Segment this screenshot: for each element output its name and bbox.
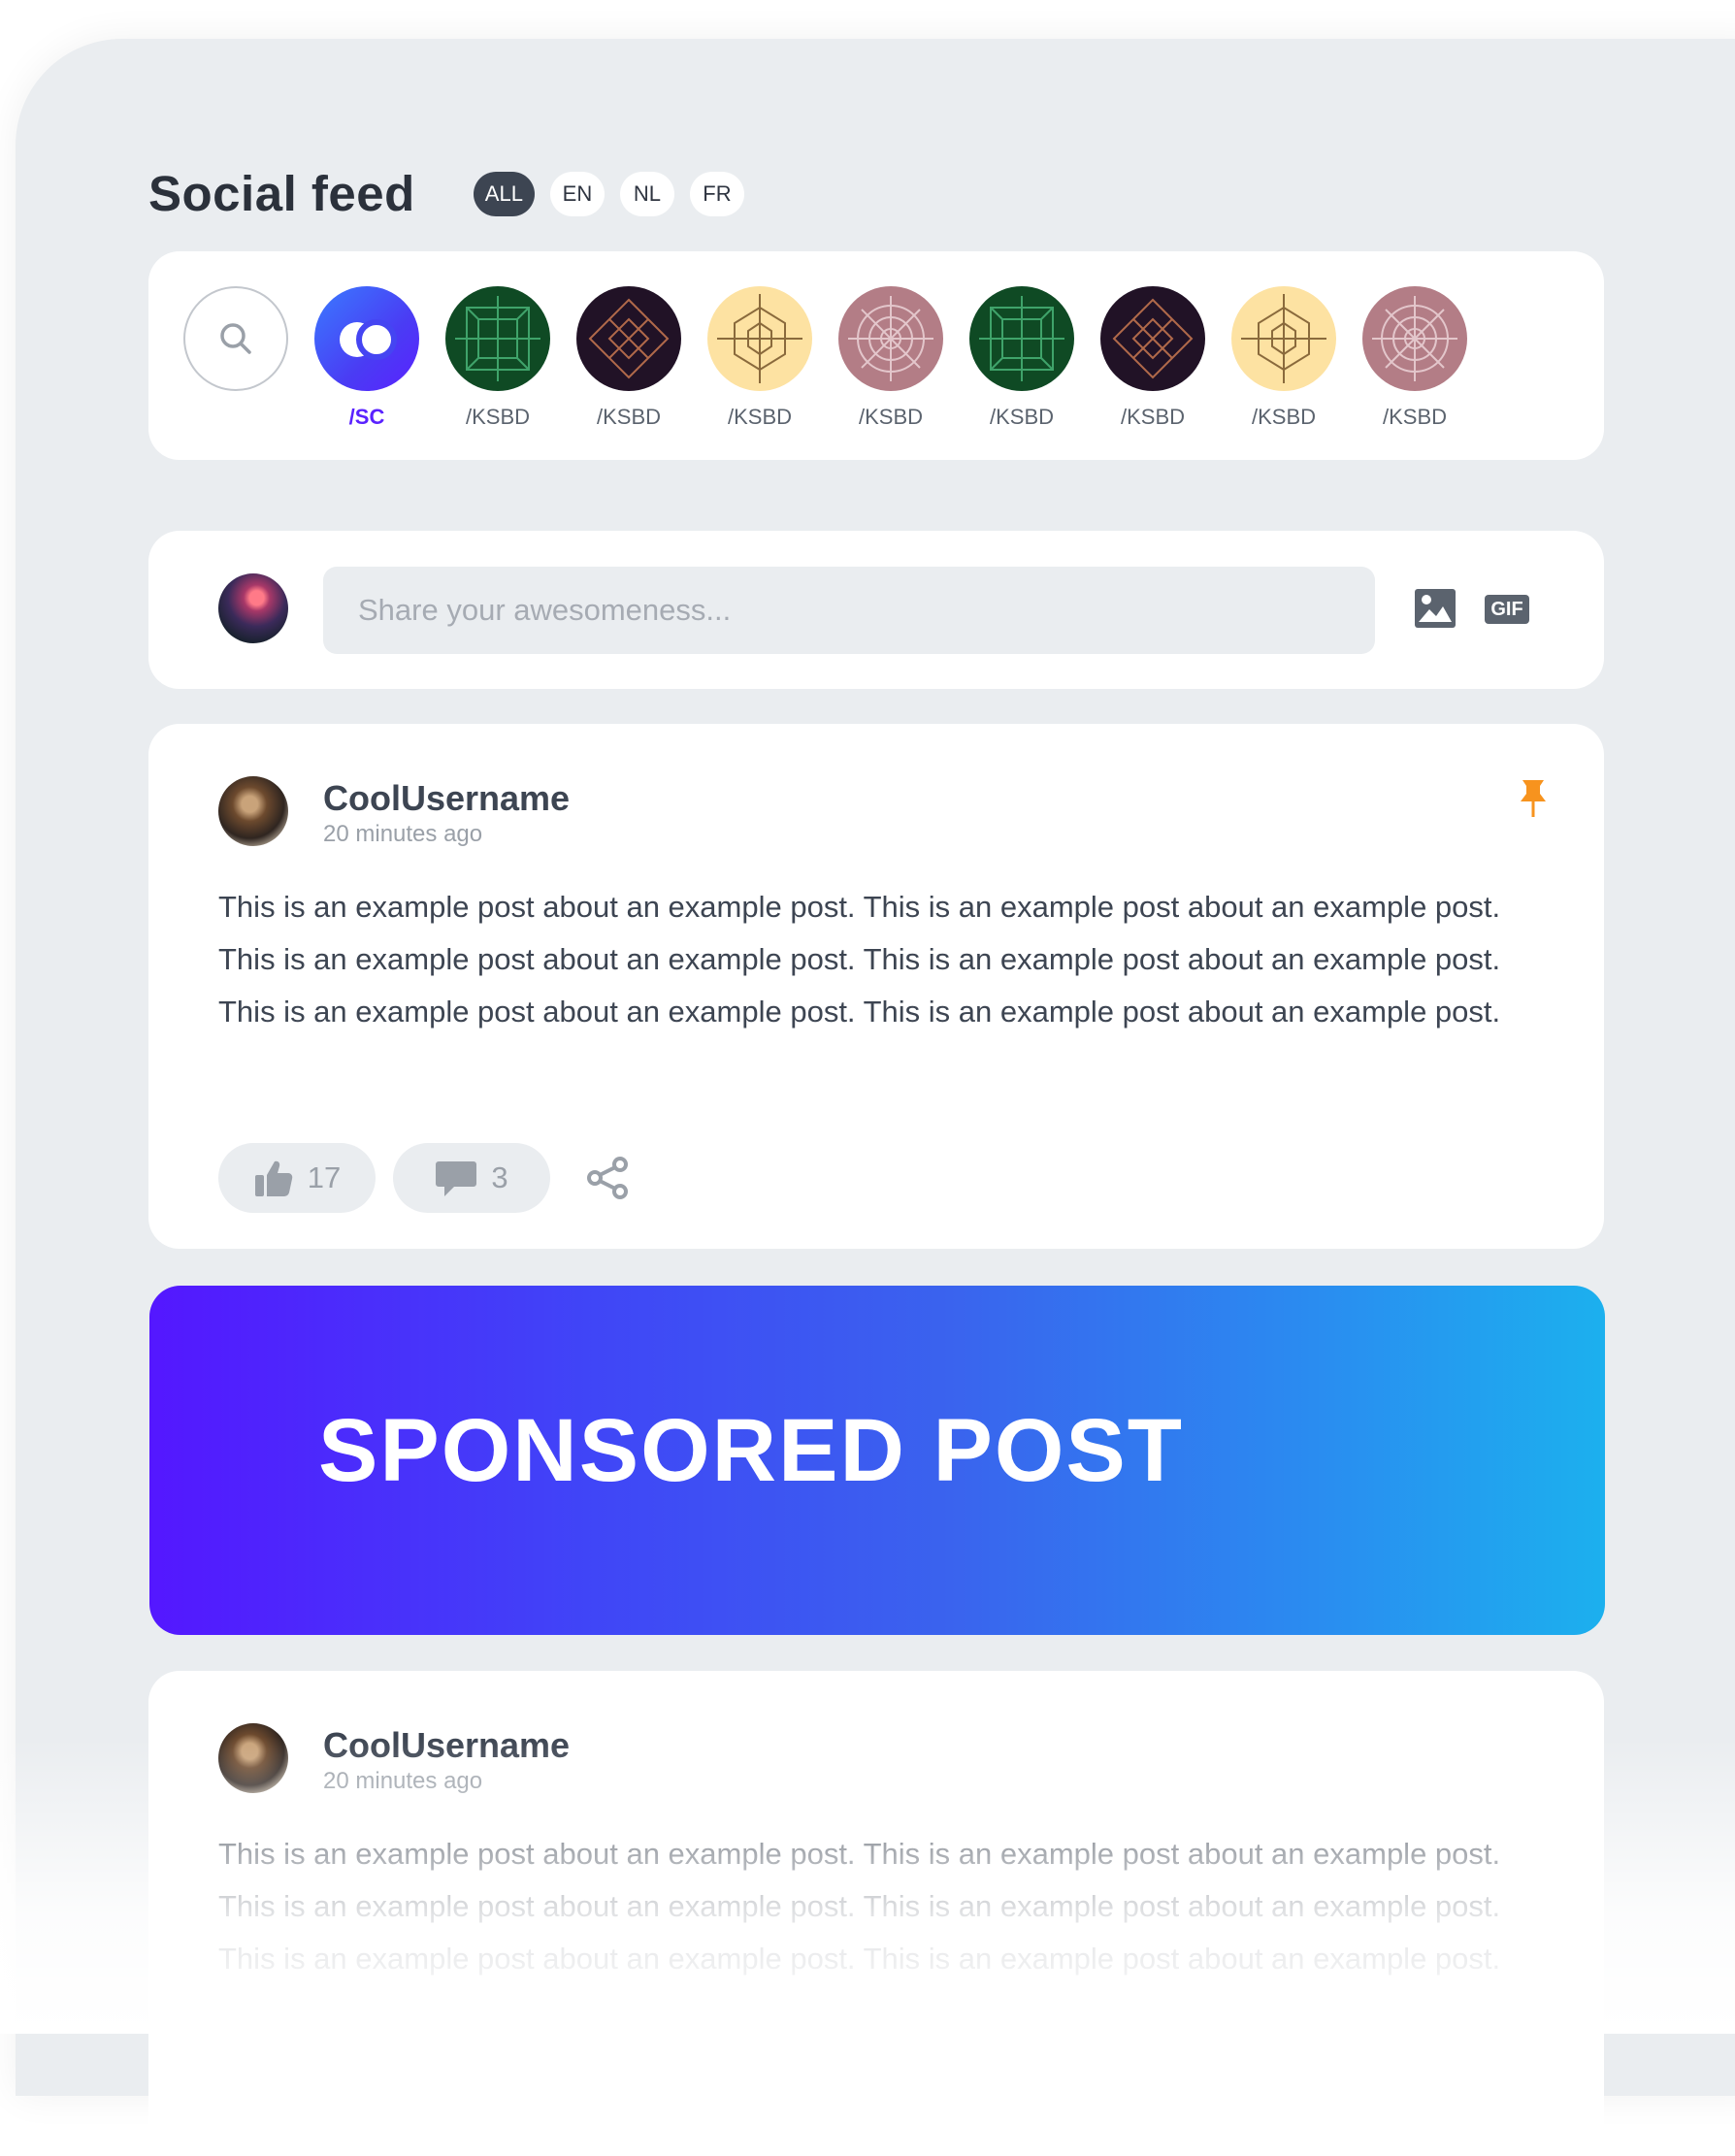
community-label: /KSBD [1120, 405, 1186, 429]
dark-lattice-pattern-icon [1112, 298, 1194, 379]
current-user-avatar[interactable] [218, 573, 288, 643]
community-ksbd-7[interactable]: /KSBD [1231, 286, 1336, 430]
yellow-hexagon-pattern-icon [717, 294, 802, 383]
community-ksbd-6[interactable]: /KSBD [1100, 286, 1205, 430]
community-avatar[interactable] [576, 286, 681, 391]
like-button[interactable]: 17 [218, 1143, 376, 1213]
community-label: /SC [348, 405, 385, 429]
comment-button[interactable]: 3 [393, 1143, 550, 1213]
communities-bar: /SC /KSBD /KSBD /KSBD /KSBD /KSBD /KSBD … [148, 251, 1604, 460]
community-avatar[interactable] [969, 286, 1074, 391]
share-icon[interactable] [585, 1155, 632, 1201]
avatar[interactable] [218, 1723, 288, 1793]
community-label: /KSBD [858, 405, 924, 429]
community-avatar[interactable] [1231, 286, 1336, 391]
pink-target-pattern-icon [1372, 296, 1457, 381]
comment-icon [436, 1161, 477, 1196]
avatar[interactable] [218, 776, 288, 846]
language-pill-all[interactable]: ALL [473, 171, 535, 216]
community-search-button[interactable] [183, 286, 288, 430]
community-ksbd-2[interactable]: /KSBD [576, 286, 681, 430]
language-pill-nl[interactable]: NL [619, 171, 674, 216]
post-card: CoolUsername 20 minutes ago This is an e… [148, 1671, 1604, 2156]
yellow-hexagon-pattern-icon [1241, 294, 1326, 383]
community-sc[interactable]: /SC [314, 286, 419, 430]
language-pill-fr[interactable]: FR [689, 171, 744, 216]
community-ksbd-1[interactable]: /KSBD [445, 286, 550, 430]
comment-count: 3 [491, 1160, 508, 1194]
search-icon [220, 323, 251, 354]
sc-logo-icon [340, 319, 397, 360]
community-label: /KSBD [465, 405, 531, 429]
page-title: Social feed [148, 166, 415, 221]
post-timestamp: 20 minutes ago [323, 821, 483, 847]
post-actions: 17 3 [218, 1143, 632, 1213]
community-ksbd-5[interactable]: /KSBD [969, 286, 1074, 430]
language-filter: ALL EN NL FR [473, 171, 744, 216]
post-username[interactable]: CoolUsername [323, 778, 570, 819]
gif-button[interactable]: GIF [1485, 595, 1529, 624]
community-avatar[interactable] [838, 286, 943, 391]
community-ksbd-4[interactable]: /KSBD [838, 286, 943, 430]
green-grid-pattern-icon [455, 296, 540, 381]
dark-lattice-pattern-icon [588, 298, 670, 379]
community-avatar[interactable] [314, 286, 419, 391]
post-input[interactable] [323, 567, 1375, 654]
community-avatar[interactable] [445, 286, 550, 391]
community-avatar[interactable] [707, 286, 812, 391]
like-count: 17 [307, 1160, 342, 1194]
community-ksbd-3[interactable]: /KSBD [707, 286, 812, 430]
community-avatar[interactable] [1362, 286, 1467, 391]
post-card: CoolUsername 20 minutes ago This is an e… [148, 724, 1604, 1249]
pin-icon[interactable] [1519, 778, 1548, 819]
search-button-circle[interactable] [183, 286, 288, 391]
language-pill-en[interactable]: EN [549, 171, 605, 216]
green-grid-pattern-icon [979, 296, 1064, 381]
community-label: /KSBD [727, 405, 793, 429]
thumbs-up-icon [254, 1160, 293, 1196]
pink-target-pattern-icon [848, 296, 933, 381]
feed-header: Social feed ALL EN NL FR [148, 165, 744, 222]
post-body: This is an example post about an example… [218, 890, 1501, 1029]
post-body: This is an example post about an example… [218, 1837, 1501, 1976]
communities-list: /SC /KSBD /KSBD /KSBD /KSBD /KSBD /KSBD … [183, 286, 1467, 430]
post-composer: GIF [148, 531, 1604, 689]
community-ksbd-8[interactable]: /KSBD [1362, 286, 1467, 430]
community-label: /KSBD [1251, 405, 1317, 429]
sponsored-post-banner[interactable]: SPONSORED POST [149, 1286, 1605, 1635]
community-avatar[interactable] [1100, 286, 1205, 391]
community-label: /KSBD [989, 405, 1055, 429]
sponsored-label: SPONSORED POST [318, 1401, 1184, 1500]
post-timestamp: 20 minutes ago [323, 1768, 483, 1794]
community-label: /KSBD [596, 405, 662, 429]
community-label: /KSBD [1382, 405, 1448, 429]
post-username[interactable]: CoolUsername [323, 1725, 570, 1766]
image-upload-icon[interactable] [1415, 589, 1456, 628]
